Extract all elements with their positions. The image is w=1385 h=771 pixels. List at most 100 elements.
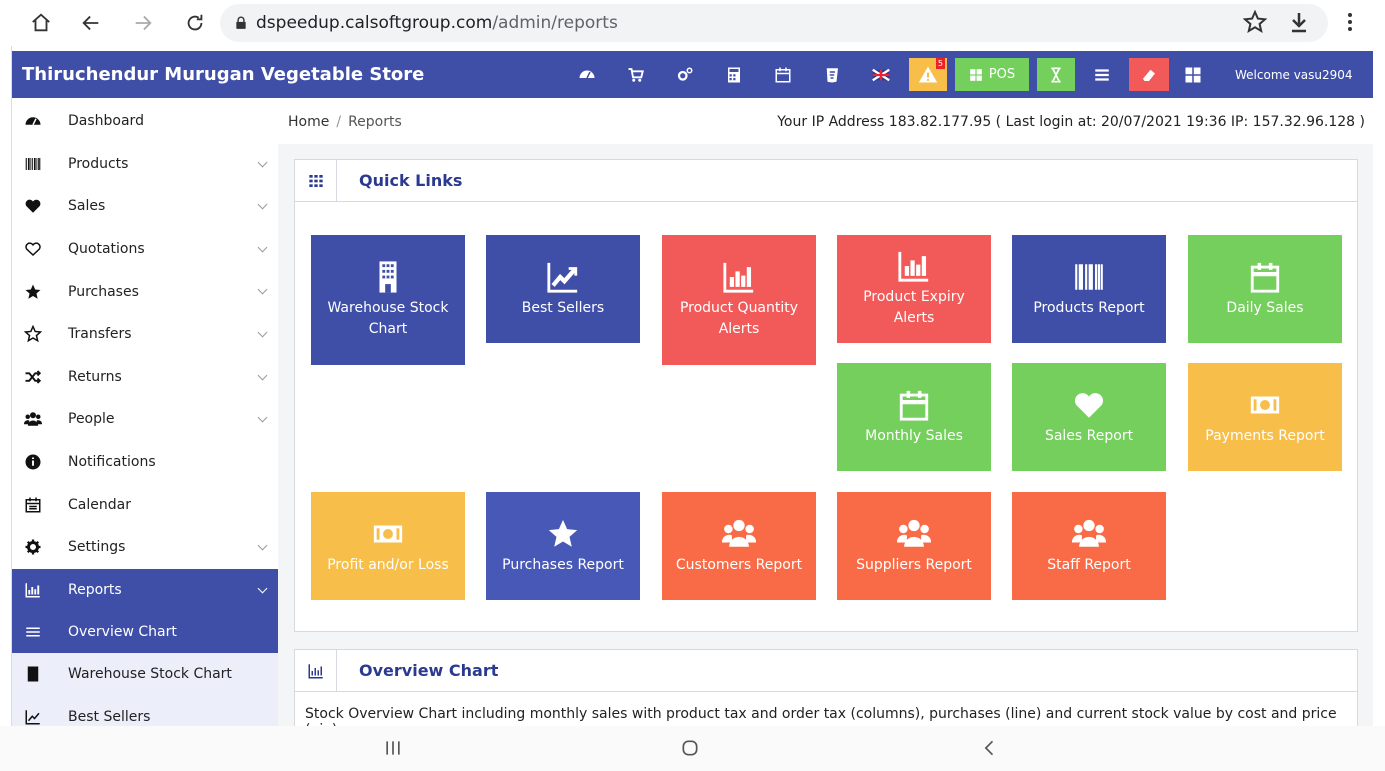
chevron-down-icon xyxy=(257,157,268,168)
warning-alert-button[interactable]: 5 xyxy=(909,58,947,91)
tile-daily-sales[interactable]: Daily Sales xyxy=(1188,235,1342,343)
download-icon[interactable] xyxy=(1287,10,1311,38)
address-bar[interactable]: dspeedup.calsoftgroup.com/admin/reports xyxy=(220,4,1328,42)
uk-flag-icon[interactable] xyxy=(856,51,905,98)
home-circle-icon[interactable] xyxy=(680,738,700,763)
quick-links-panel: Quick Links Warehouse Stock Chart Best S… xyxy=(294,159,1358,632)
cart-icon[interactable] xyxy=(611,51,660,98)
reload-icon[interactable] xyxy=(180,8,210,38)
chevron-down-icon xyxy=(257,412,268,423)
bar-chart-icon xyxy=(12,581,54,599)
apps-grid-icon[interactable] xyxy=(1173,51,1213,98)
pos-button[interactable]: POS xyxy=(955,58,1029,91)
chevron-down-icon xyxy=(257,370,268,381)
tile-label: Suppliers Report xyxy=(856,556,972,573)
barcode-icon xyxy=(1075,263,1103,290)
tile-purchases-report[interactable]: Purchases Report xyxy=(486,492,640,600)
tile-label: Best Sellers xyxy=(521,299,605,316)
overview-chart-title: Overview Chart xyxy=(359,661,499,680)
ip-address-info: Your IP Address 183.82.177.95 ( Last log… xyxy=(777,114,1365,130)
store-brand[interactable]: Thiruchendur Murugan Vegetable Store xyxy=(22,64,562,85)
tile-label: Product Expiry Alerts xyxy=(863,289,965,326)
breadcrumb-home-link[interactable]: Home xyxy=(288,114,329,130)
top-navbar: Thiruchendur Murugan Vegetable Store 5 P… xyxy=(12,51,1373,98)
tile-label: Staff Report xyxy=(1047,556,1131,573)
chevron-down-icon xyxy=(257,583,268,593)
tile-payments-report[interactable]: Payments Report xyxy=(1188,363,1342,471)
sidebar-item-dashboard[interactable]: Dashboard xyxy=(12,100,278,143)
info-icon xyxy=(12,453,54,471)
sidebar-item-label: Sales xyxy=(68,198,106,215)
breadcrumb-current: Reports xyxy=(348,114,402,130)
money-icon xyxy=(1250,396,1280,413)
dashboard-icon[interactable] xyxy=(562,51,611,98)
tile-profit-and-loss[interactable]: Profit and/or Loss xyxy=(311,492,465,600)
sidebar-subitem-overview-chart[interactable]: Overview Chart xyxy=(12,611,278,654)
forward-icon[interactable] xyxy=(128,8,158,38)
money-icon xyxy=(373,525,403,542)
tile-suppliers-report[interactable]: Suppliers Report xyxy=(837,492,991,600)
sidebar-item-returns[interactable]: Returns xyxy=(12,356,278,399)
eraser-button[interactable] xyxy=(1129,58,1169,91)
sidebar-item-label: Quotations xyxy=(68,241,145,258)
overview-chart-header: Overview Chart xyxy=(295,649,1357,692)
tile-label: Daily Sales xyxy=(1226,299,1304,316)
sidebar-subitem-warehouse-stock-chart[interactable]: Warehouse Stock Chart xyxy=(12,653,278,696)
tile-product-expiry-alerts[interactable]: Product Expiry Alerts xyxy=(837,235,991,343)
cog-icon xyxy=(12,538,54,556)
tile-customers-report[interactable]: Customers Report xyxy=(662,492,816,600)
tile-sales-report[interactable]: Sales Report xyxy=(1012,363,1166,471)
sidebar-item-label: Transfers xyxy=(68,326,132,343)
breadcrumb: Home / Reports Your IP Address 183.82.17… xyxy=(278,100,1373,144)
home-icon[interactable] xyxy=(26,8,56,38)
sidebar-item-settings[interactable]: Settings xyxy=(12,526,278,569)
sidebar-item-label: Reports xyxy=(68,581,122,598)
tile-product-quantity-alerts[interactable]: Product Quantity Alerts xyxy=(662,235,816,365)
sidebar-item-reports[interactable]: Reports xyxy=(12,568,278,612)
sidebar-item-label: Products xyxy=(68,155,129,172)
sidebar-item-quotations[interactable]: Quotations xyxy=(12,228,278,271)
tile-best-sellers[interactable]: Best Sellers xyxy=(486,235,640,343)
back-chevron-icon[interactable] xyxy=(980,738,1000,763)
tile-monthly-sales[interactable]: Monthly Sales xyxy=(837,363,991,471)
tile-label: Purchases Report xyxy=(502,556,624,573)
css3-icon[interactable] xyxy=(807,51,856,98)
tile-label: Payments Report xyxy=(1205,427,1325,444)
main-content: Home / Reports Your IP Address 183.82.17… xyxy=(278,100,1373,739)
users-icon xyxy=(897,519,931,547)
welcome-user[interactable]: Welcome vasu2904 xyxy=(1235,68,1353,82)
list-icon[interactable] xyxy=(1079,51,1125,98)
calendar-icon[interactable] xyxy=(758,51,807,98)
sidebar-item-transfers[interactable]: Transfers xyxy=(12,313,278,356)
tile-products-report[interactable]: Products Report xyxy=(1012,235,1166,343)
sidebar-item-sales[interactable]: Sales xyxy=(12,185,278,228)
tile-label: Product Quantity Alerts xyxy=(679,300,799,337)
calculator-icon[interactable] xyxy=(709,51,758,98)
sidebar-item-label: Dashboard xyxy=(68,113,144,130)
bars-icon xyxy=(12,623,54,641)
heart-outline-icon xyxy=(12,240,54,258)
sidebar-item-label: People xyxy=(68,411,115,428)
tile-warehouse-stock-chart[interactable]: Warehouse Stock Chart xyxy=(311,235,465,365)
cogs-icon[interactable] xyxy=(660,51,709,98)
hourglass-button[interactable] xyxy=(1037,58,1075,91)
sidebar-item-notifications[interactable]: Notifications xyxy=(12,441,278,484)
back-icon[interactable] xyxy=(76,8,106,38)
sidebar-item-label: Overview Chart xyxy=(68,624,177,641)
quick-links-header: Quick Links xyxy=(295,159,1357,202)
menu-kebab-icon[interactable] xyxy=(1338,10,1362,38)
grid-icon xyxy=(969,68,982,81)
sidebar-item-purchases[interactable]: Purchases xyxy=(12,270,278,313)
line-chart-icon xyxy=(12,708,54,726)
sidebar-item-products[interactable]: Products xyxy=(12,143,278,186)
alert-count-badge: 5 xyxy=(935,58,945,69)
heart-icon xyxy=(1074,392,1104,418)
calendar-icon xyxy=(12,496,54,514)
sidebar-item-label: Best Sellers xyxy=(68,709,151,726)
sidebar-item-calendar[interactable]: Calendar xyxy=(12,483,278,526)
sidebar-item-people[interactable]: People xyxy=(12,398,278,441)
tile-staff-report[interactable]: Staff Report xyxy=(1012,492,1166,600)
recent-apps-icon[interactable] xyxy=(383,738,403,763)
calendar-icon xyxy=(1250,262,1280,293)
bookmark-star-icon[interactable] xyxy=(1242,9,1268,38)
